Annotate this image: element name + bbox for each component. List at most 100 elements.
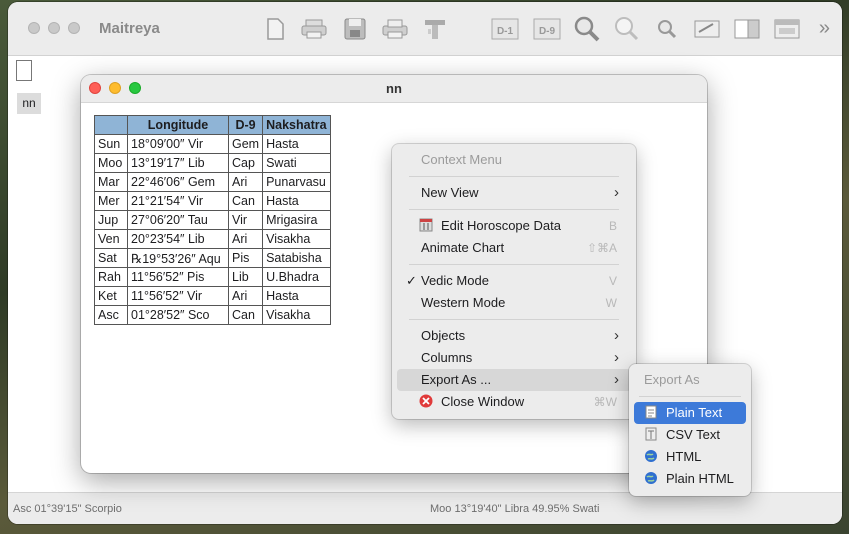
table-cell: Can xyxy=(227,305,264,325)
table-row[interactable]: Rah 11°56′52″ Pis Lib U.Bhadra xyxy=(94,267,331,287)
menu-item-label: Close Window xyxy=(441,394,525,409)
table-cell: 20°23′54″ Lib xyxy=(127,229,229,249)
table-row[interactable]: Moo 13°19′17″ Lib Cap Swati xyxy=(94,153,331,173)
minimize-button[interactable] xyxy=(48,22,60,34)
graphic-chart-icon[interactable] xyxy=(420,14,450,44)
table-row[interactable]: Ket 11°56′52″ Vir Ari Hasta xyxy=(94,286,331,306)
table-cell: Ari xyxy=(227,172,264,192)
menu-separator xyxy=(409,319,619,320)
table-row[interactable]: Sun 18°09′00″ Vir Gem Hasta xyxy=(94,134,331,154)
planet-table: Longitude D-9 Nakshatra Sun 18°09′00″ Vir… xyxy=(94,115,331,325)
new-document-icon[interactable] xyxy=(260,14,290,44)
menu-item-label: Objects xyxy=(421,328,466,343)
close-window-icon xyxy=(419,393,433,408)
menu-item-export-plain-html[interactable]: Plain HTML xyxy=(634,468,746,490)
table-cell: Sun xyxy=(94,134,128,154)
table-cell: Mar xyxy=(94,172,128,192)
globe-icon xyxy=(644,448,658,462)
menu-item-label: Edit Horoscope Data xyxy=(441,218,561,233)
menu-separator xyxy=(409,209,619,210)
document-label[interactable]: nn xyxy=(17,93,41,114)
d1-chart-icon[interactable]: D-1 xyxy=(490,14,520,44)
menu-separator xyxy=(409,264,619,265)
table-row[interactable]: Mer 21°21′54″ Vir Can Hasta xyxy=(94,191,331,211)
table-row[interactable]: Sat ℞19°53′26″ Aqu Pis Satabisha xyxy=(94,248,331,268)
table-cell: Vir xyxy=(227,210,264,230)
column-header-d9: D-9 xyxy=(227,115,264,135)
table-cell: 11°56′52″ Vir xyxy=(127,286,229,306)
menu-item-edit-horoscope-data[interactable]: Edit Horoscope Data B xyxy=(397,215,631,237)
shortcut: W xyxy=(605,296,617,310)
search-icon[interactable] xyxy=(572,14,602,44)
zoom-button[interactable] xyxy=(68,22,80,34)
table-cell: Gem xyxy=(227,134,264,154)
chevron-right-icon: › xyxy=(614,349,619,366)
table-cell: Ket xyxy=(94,286,128,306)
print-icon[interactable] xyxy=(299,14,329,44)
close-button[interactable] xyxy=(28,22,40,34)
window-icon[interactable] xyxy=(772,14,802,44)
menu-item-export-html[interactable]: HTML xyxy=(634,446,746,468)
menu-item-label: CSV Text xyxy=(666,427,720,442)
shortcut: B xyxy=(608,219,617,233)
zoom-icon[interactable] xyxy=(612,14,642,44)
table-cell: Punarvasu xyxy=(262,172,331,192)
view-icon[interactable] xyxy=(732,14,762,44)
table-cell: Can xyxy=(227,191,264,211)
print-preview-icon[interactable] xyxy=(380,14,410,44)
table-row[interactable]: Asc 01°28′52″ Sco Can Visakha xyxy=(94,305,331,325)
menu-item-export-as[interactable]: Export As ... › xyxy=(397,369,631,391)
menu-item-label: Plain HTML xyxy=(666,471,734,486)
edit-icon[interactable] xyxy=(692,14,722,44)
table-cell: Pis xyxy=(227,248,264,268)
menu-item-western-mode[interactable]: Western Mode W xyxy=(397,292,631,314)
context-menu-header: Context Menu xyxy=(421,152,502,167)
csv-file-icon xyxy=(644,426,658,441)
menu-item-label: HTML xyxy=(666,449,702,464)
save-icon[interactable] xyxy=(340,14,370,44)
menu-item-close-window[interactable]: Close Window ⌘W xyxy=(397,391,631,413)
menu-item-export-plain-text[interactable]: Plain Text xyxy=(634,402,746,424)
table-cell: Mrigasira xyxy=(262,210,331,230)
menu-item-vedic-mode[interactable]: ✓ Vedic Mode V xyxy=(397,270,631,292)
menu-item-columns[interactable]: Columns › xyxy=(397,347,631,369)
edit-horoscope-icon xyxy=(419,217,433,232)
chevron-right-icon: › xyxy=(614,184,619,201)
context-menu: Context Menu New View › Edit Horoscope Da… xyxy=(392,144,636,419)
menu-item-export-csv-text[interactable]: CSV Text xyxy=(634,424,746,446)
shortcut: V xyxy=(608,274,617,288)
table-row[interactable]: Jup 27°06′20″ Tau Vir Mrigasira xyxy=(94,210,331,230)
menu-item-animate-chart[interactable]: Animate Chart ⇧⌘A xyxy=(397,237,631,259)
menu-item-label: Western Mode xyxy=(421,295,506,310)
table-cell: ℞19°53′26″ Aqu xyxy=(127,248,229,268)
table-row[interactable]: Mar 22°46′06″ Gem Ari Punarvasu xyxy=(94,172,331,192)
svg-text:D-1: D-1 xyxy=(497,26,514,37)
table-row[interactable]: Ven 20°23′54″ Lib Ari Visakha xyxy=(94,229,331,249)
toolbar-overflow-icon[interactable]: » xyxy=(819,17,830,40)
table-cell: 21°21′54″ Vir xyxy=(127,191,229,211)
table-cell: U.Bhadra xyxy=(262,267,331,287)
table-cell: Cap xyxy=(227,153,264,173)
table-cell: Lib xyxy=(227,267,264,287)
menu-item-new-view[interactable]: New View › xyxy=(397,182,631,204)
menu-item-label: Export As ... xyxy=(421,372,492,387)
checkmark-icon: ✓ xyxy=(406,273,417,288)
globe-icon xyxy=(644,470,658,484)
table-cell: 18°09′00″ Vir xyxy=(127,134,229,154)
chevron-right-icon: › xyxy=(614,371,619,388)
menu-item-label: Columns xyxy=(421,350,473,365)
menu-item-label: Plain Text xyxy=(666,405,723,420)
menu-item-label: Animate Chart xyxy=(421,240,505,255)
status-ascendant: Asc 01°39'15" Scorpio xyxy=(13,503,122,515)
menu-item-objects[interactable]: Objects › xyxy=(397,325,631,347)
find-icon[interactable] xyxy=(652,14,682,44)
child-titlebar: nn xyxy=(81,75,707,103)
menu-item-label: Vedic Mode xyxy=(421,273,489,288)
table-cell: Hasta xyxy=(262,191,331,211)
document-icon[interactable] xyxy=(16,60,32,81)
table-cell: Jup xyxy=(94,210,128,230)
export-submenu: Export As Plain Text CSV Text HTML Plain… xyxy=(629,364,751,496)
column-header-nakshatra: Nakshatra xyxy=(262,115,331,135)
toolbar: Maitreya D-1 D-9 » xyxy=(8,2,842,56)
d9-chart-icon[interactable]: D-9 xyxy=(532,14,562,44)
